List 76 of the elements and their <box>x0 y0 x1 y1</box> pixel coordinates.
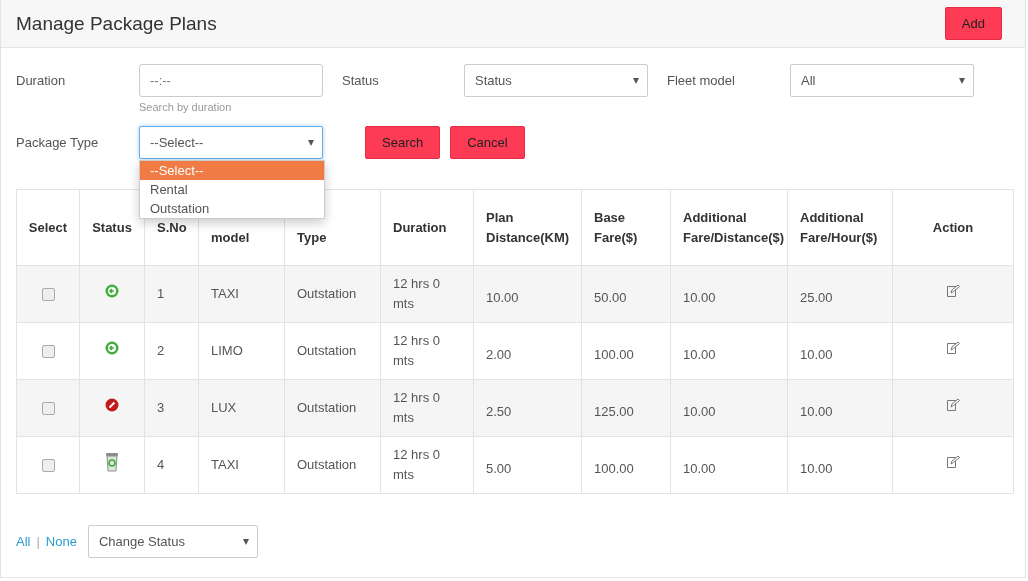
table-cell: 25.00 <box>800 290 833 305</box>
table-cell: 1 <box>157 286 165 301</box>
row-checkbox[interactable] <box>41 345 55 359</box>
table-cell: Outstation <box>297 457 357 472</box>
dropdown-option[interactable]: Outstation <box>140 199 324 218</box>
cancel-button[interactable]: Cancel <box>450 126 525 159</box>
field-hint: Search by duration <box>139 101 233 113</box>
edit-icon[interactable] <box>946 398 960 412</box>
column-header: Type <box>297 229 327 245</box>
table-cell: 3 <box>157 400 165 415</box>
table-cell: LIMO <box>211 343 243 358</box>
column-header: Status <box>92 219 132 235</box>
page-title: Manage Package Plans <box>16 12 217 35</box>
field-label: Package Type <box>16 135 100 150</box>
table-cell: 50.00 <box>594 290 627 305</box>
table-cell: 2.00 <box>486 347 512 362</box>
field-label: Status <box>342 72 380 88</box>
table-cell: 5.00 <box>486 461 512 476</box>
caret-icon <box>242 538 249 545</box>
change-status-dropdown[interactable]: Change Status <box>87 525 258 558</box>
field-label: Fleet model <box>667 72 736 88</box>
table-cell: LUX <box>211 400 237 415</box>
column-header: S.No <box>157 219 187 235</box>
table-cell: Outstation <box>297 286 357 301</box>
column-header: model <box>211 229 250 245</box>
fleet-model-dropdown[interactable]: All <box>790 64 974 97</box>
row-checkbox[interactable] <box>41 288 55 302</box>
recycle-bin-icon <box>105 452 119 472</box>
table-cell: 12 hrs 0 mts <box>393 390 440 425</box>
table-cell: 2 <box>157 343 165 358</box>
search-button[interactable]: Search <box>365 126 441 159</box>
package-type-dropdown[interactable]: --Select-- <box>139 126 323 159</box>
table-cell: 12 hrs 0 mts <box>393 447 440 482</box>
table-cell: 10.00 <box>486 290 519 305</box>
duration-field[interactable]: --:-- <box>139 64 323 97</box>
table-cell: Outstation <box>297 343 357 358</box>
table-cell: 125.00 <box>594 404 634 419</box>
table-cell: 100.00 <box>594 461 634 476</box>
caret-icon <box>959 77 965 84</box>
table-cell: 12 hrs 0 mts <box>393 333 440 368</box>
edit-icon[interactable] <box>946 455 960 469</box>
table-cell: 10.00 <box>683 347 716 362</box>
blocked-status-icon <box>105 398 119 412</box>
table-cell: 4 <box>157 457 165 472</box>
add-button[interactable]: Add <box>944 7 1002 40</box>
table-cell: Outstation <box>297 400 357 415</box>
row-checkbox[interactable] <box>41 459 55 473</box>
table-cell: 10.00 <box>683 404 716 419</box>
table-cell: 10.00 <box>800 404 833 419</box>
dropdown-option[interactable]: Rental <box>140 180 324 199</box>
column-header: Duration <box>393 219 447 235</box>
column-header: Plan Distance(KM) <box>486 209 570 245</box>
column-header: Select <box>28 219 68 235</box>
table-cell: 10.00 <box>683 290 716 305</box>
active-status-icon <box>105 284 119 298</box>
status-dropdown[interactable]: Status <box>464 64 648 97</box>
table-cell: 12 hrs 0 mts <box>393 276 440 311</box>
caret-icon <box>308 139 314 146</box>
table-cell: 100.00 <box>594 347 634 362</box>
edit-icon[interactable] <box>946 284 960 298</box>
table-cell: 2.50 <box>486 404 512 419</box>
edit-icon[interactable] <box>946 341 960 355</box>
table-cell: 10.00 <box>683 461 716 476</box>
separator: | <box>36 534 40 549</box>
column-header: Action <box>932 219 974 235</box>
column-header: Additional Fare/Hour($) <box>800 209 878 245</box>
caret-icon <box>633 77 639 84</box>
table-cell: TAXI <box>211 286 239 301</box>
active-status-icon <box>105 341 119 355</box>
table-cell: 10.00 <box>800 461 833 476</box>
table-cell: TAXI <box>211 457 239 472</box>
column-header: Base Fare($) <box>594 209 638 245</box>
table-cell: 10.00 <box>800 347 833 362</box>
field-label: Duration <box>16 72 67 88</box>
column-header: Additional Fare/Distance($) <box>683 209 785 245</box>
row-checkbox[interactable] <box>41 402 55 416</box>
